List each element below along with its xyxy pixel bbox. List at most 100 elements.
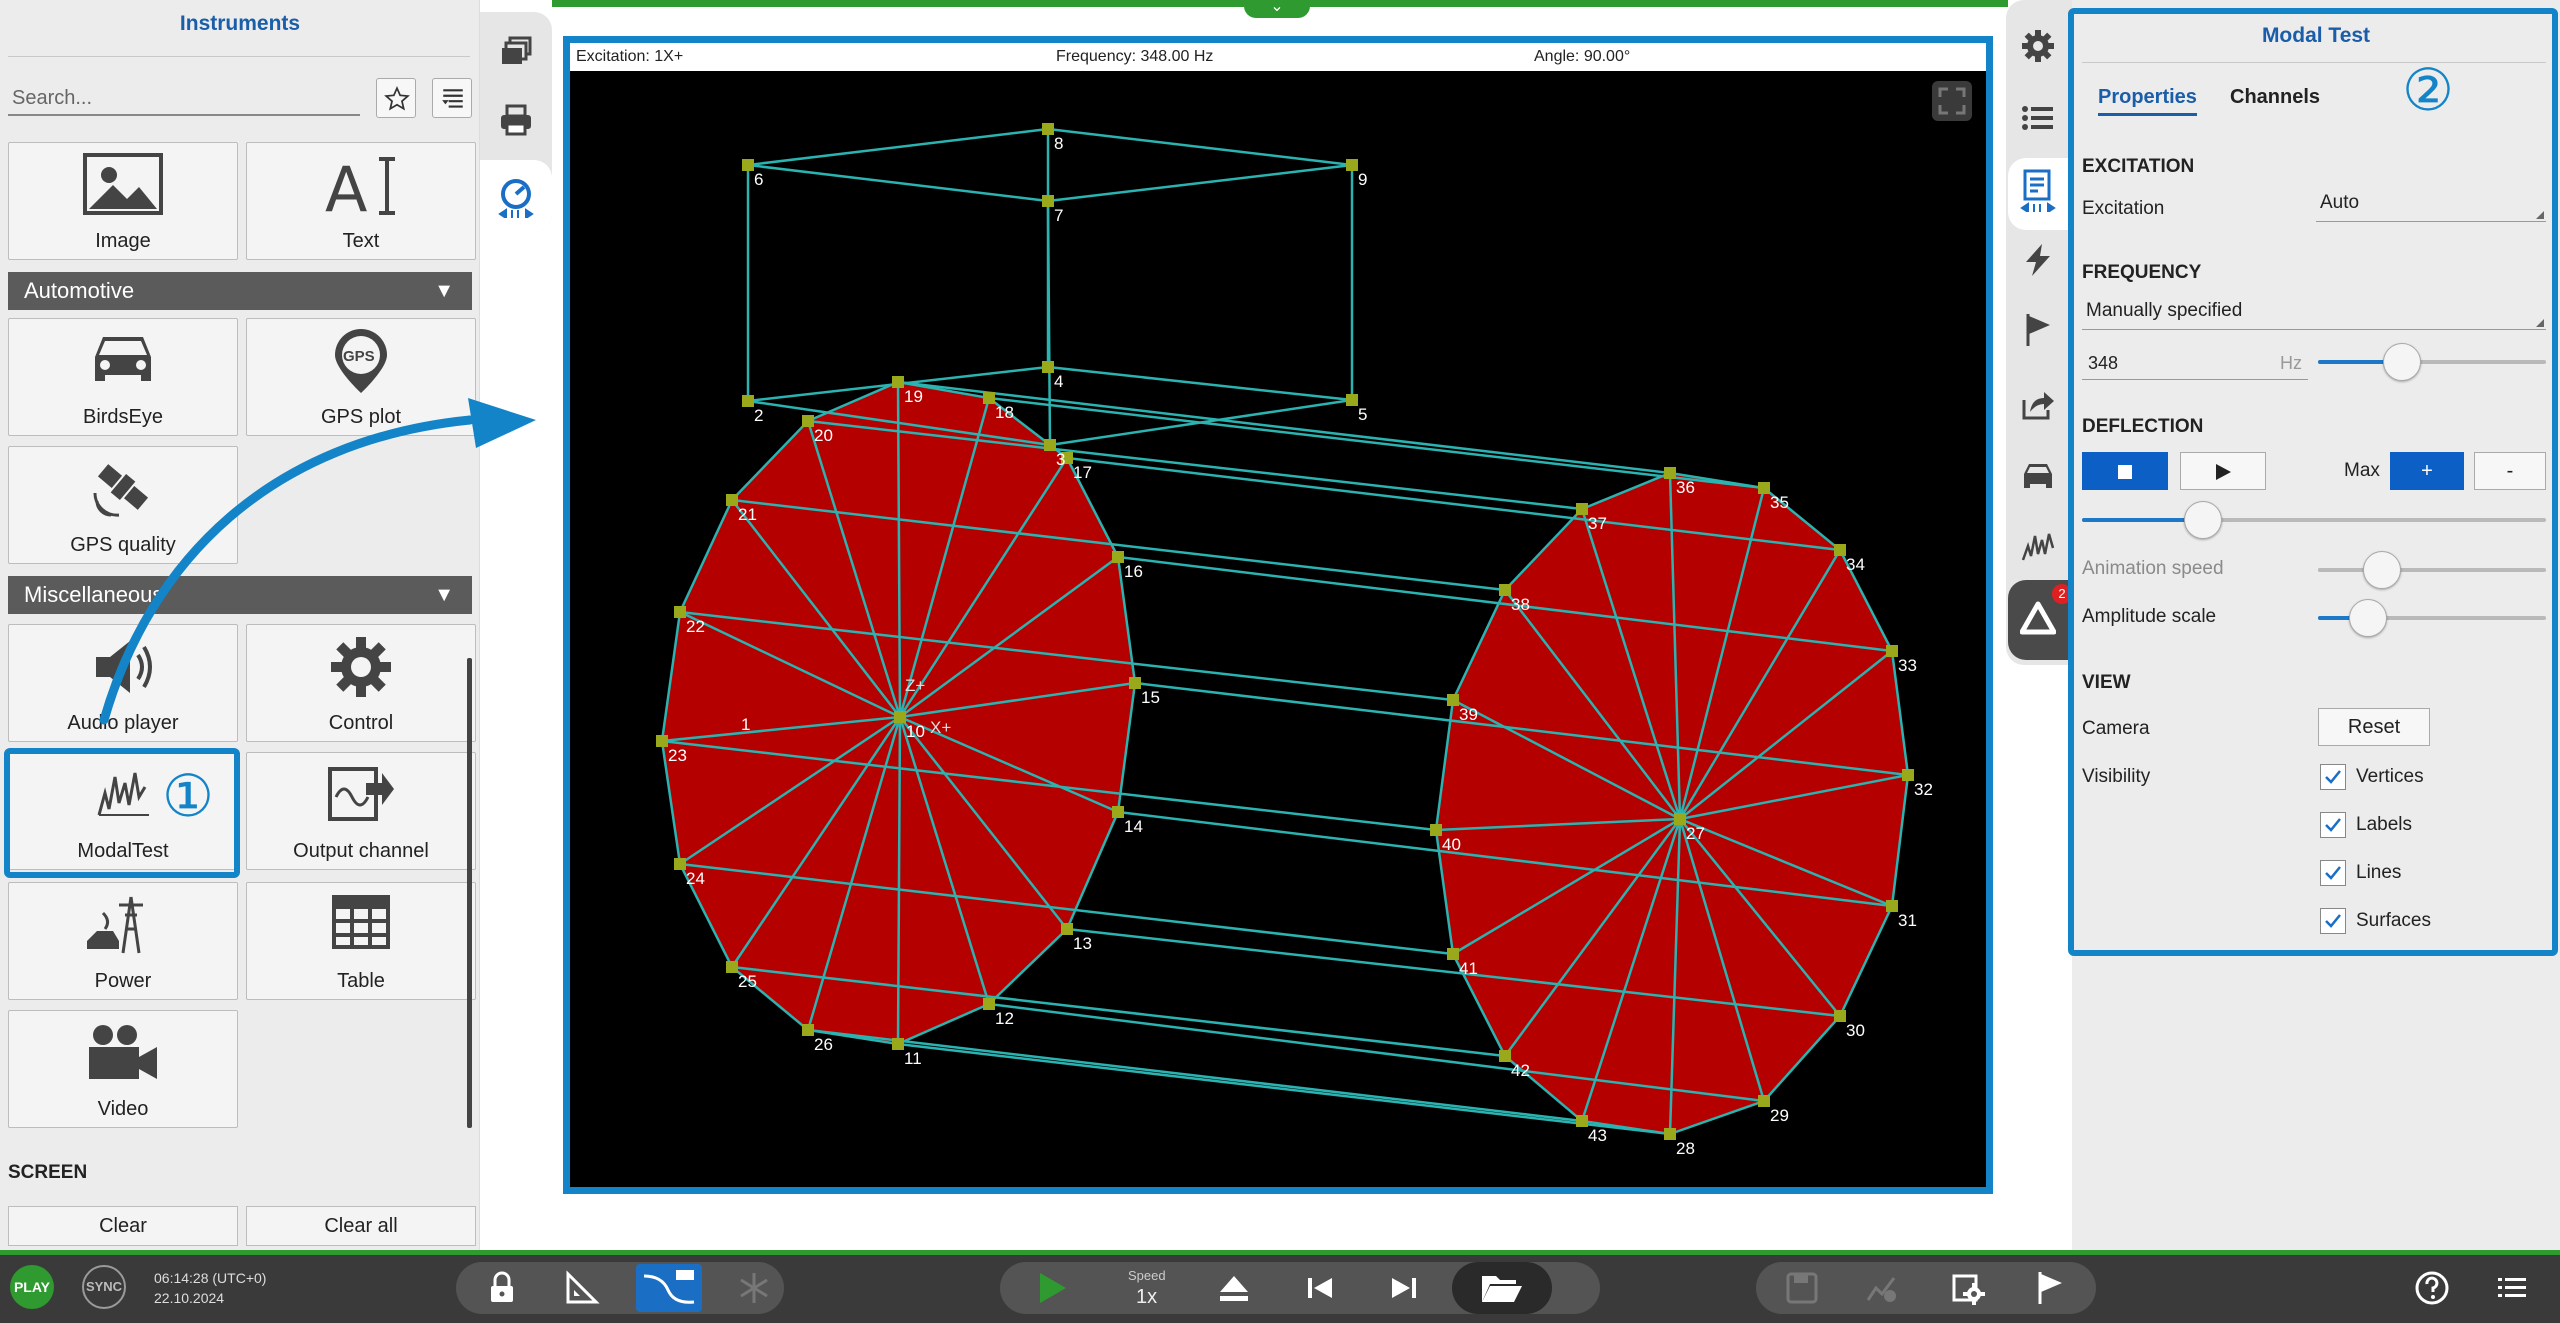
skip-forward-button[interactable] bbox=[1386, 1270, 1422, 1306]
max-label: Max bbox=[2344, 460, 2380, 481]
excitation-select[interactable]: Auto bbox=[2316, 192, 2546, 222]
animation-speed-label: Animation speed bbox=[2082, 558, 2224, 579]
properties-button[interactable] bbox=[2020, 168, 2056, 214]
settings-gear-icon bbox=[2022, 30, 2054, 62]
divider bbox=[2082, 62, 2546, 63]
configure-button[interactable] bbox=[1950, 1270, 1986, 1306]
frequency-unit: Hz bbox=[2280, 353, 2302, 373]
marker-two: ② bbox=[2402, 58, 2454, 123]
animation-speed-slider[interactable] bbox=[2318, 551, 2546, 589]
properties-icon bbox=[2020, 169, 2056, 214]
snowflake-icon bbox=[740, 1273, 768, 1303]
reset-camera-button[interactable]: Reset bbox=[2318, 708, 2430, 746]
skip-forward-icon bbox=[1392, 1278, 1416, 1298]
vertices-label: Vertices bbox=[2356, 766, 2424, 787]
amplitude-scale-label: Amplitude scale bbox=[2082, 606, 2217, 627]
decrease-button[interactable]: - bbox=[2474, 452, 2546, 490]
share-export-icon bbox=[2022, 392, 2054, 420]
checkmark-icon bbox=[2325, 866, 2341, 880]
curve-icon bbox=[643, 1270, 695, 1304]
help-button[interactable] bbox=[2414, 1270, 2450, 1306]
marker-button[interactable] bbox=[2020, 312, 2056, 348]
frequency-value: 348 bbox=[2088, 353, 2119, 373]
labels-checkbox[interactable] bbox=[2320, 812, 2346, 838]
amplitude-scale-slider[interactable] bbox=[2318, 599, 2546, 637]
excitation-value: Auto bbox=[2320, 192, 2360, 213]
labels-label: Labels bbox=[2356, 814, 2412, 835]
vehicle-button[interactable] bbox=[2020, 458, 2056, 494]
list-icon bbox=[2022, 106, 2053, 130]
list-button[interactable] bbox=[2020, 100, 2056, 136]
play-status-button[interactable]: PLAY bbox=[10, 1265, 54, 1309]
time-readout: 06:14:28 (UTC+0) bbox=[154, 1270, 267, 1286]
settings-button[interactable] bbox=[2020, 28, 2056, 64]
frequency-mode-value: Manually specified bbox=[2086, 300, 2243, 321]
open-file-button[interactable] bbox=[1452, 1262, 1552, 1314]
stop-icon bbox=[2118, 465, 2132, 479]
modal-button[interactable] bbox=[2020, 528, 2056, 564]
lightning-icon bbox=[2026, 244, 2050, 276]
frequency-input[interactable]: 348 Hz bbox=[2082, 348, 2308, 380]
speed-label: Speed bbox=[1128, 1268, 1166, 1283]
save-button[interactable] bbox=[1784, 1270, 1820, 1306]
lock-button[interactable] bbox=[484, 1270, 520, 1306]
visibility-label: Visibility bbox=[2082, 766, 2151, 787]
increase-button[interactable]: + bbox=[2390, 452, 2464, 490]
lines-label: Lines bbox=[2356, 862, 2402, 883]
frequency-section-title: FREQUENCY bbox=[2082, 262, 2202, 283]
stop-button[interactable] bbox=[2082, 452, 2168, 490]
trigger-button[interactable] bbox=[2020, 242, 2056, 278]
speed-value[interactable]: 1x bbox=[1136, 1286, 1157, 1309]
flag-icon bbox=[2026, 314, 2050, 346]
settings-data-button[interactable] bbox=[1864, 1270, 1900, 1306]
eject-button[interactable] bbox=[1216, 1270, 1252, 1306]
flag-icon bbox=[2038, 1272, 2062, 1304]
modal-test-icon bbox=[2021, 533, 2055, 561]
tab-channels[interactable]: Channels bbox=[2230, 86, 2320, 109]
alerts-button[interactable] bbox=[2019, 600, 2057, 636]
play-icon bbox=[1040, 1273, 1066, 1303]
data-settings-icon bbox=[1866, 1277, 1896, 1302]
skip-back-button[interactable] bbox=[1302, 1270, 1338, 1306]
save-disk-icon bbox=[1786, 1272, 1818, 1304]
excitation-label: Excitation bbox=[2082, 198, 2165, 219]
slider-knob[interactable] bbox=[2349, 599, 2388, 637]
menu-list-icon bbox=[2498, 1278, 2526, 1297]
lock-icon bbox=[491, 1271, 513, 1302]
skip-back-icon bbox=[1308, 1278, 1332, 1298]
camera-label: Camera bbox=[2082, 718, 2150, 739]
gear-check-icon bbox=[1952, 1274, 1985, 1305]
date-readout: 22.10.2024 bbox=[154, 1290, 225, 1306]
flag-marker-button[interactable] bbox=[2032, 1270, 2068, 1306]
sync-status-button[interactable]: SYNC bbox=[82, 1265, 126, 1309]
tab-properties[interactable]: Properties bbox=[2098, 86, 2197, 116]
help-icon bbox=[2415, 1271, 2449, 1305]
clock: 06:14:28 (UTC+0) 22.10.2024 bbox=[154, 1268, 266, 1308]
measure-button[interactable] bbox=[564, 1270, 600, 1306]
warning-triangle-icon bbox=[2019, 601, 2057, 635]
start-button[interactable] bbox=[1034, 1270, 1070, 1306]
play-icon bbox=[2216, 464, 2231, 480]
export-button[interactable] bbox=[2020, 386, 2056, 422]
curve-tool-button[interactable] bbox=[636, 1264, 702, 1312]
checkmark-icon bbox=[2325, 914, 2341, 928]
deflection-slider[interactable] bbox=[2082, 501, 2546, 539]
checkmark-icon bbox=[2325, 770, 2341, 784]
vertices-checkbox[interactable] bbox=[2320, 764, 2346, 790]
slider-knob[interactable] bbox=[2362, 551, 2401, 589]
slider-knob[interactable] bbox=[2183, 501, 2222, 539]
play-animation-button[interactable] bbox=[2180, 452, 2266, 490]
eject-icon bbox=[1220, 1276, 1248, 1301]
deflection-section-title: DEFLECTION bbox=[2082, 416, 2204, 437]
checkmark-icon bbox=[2325, 818, 2341, 832]
excitation-section-title: EXCITATION bbox=[2082, 156, 2195, 177]
car-icon bbox=[2024, 464, 2052, 488]
menu-button[interactable] bbox=[2494, 1270, 2530, 1306]
freeze-button[interactable] bbox=[736, 1270, 772, 1306]
ruler-triangle-icon bbox=[566, 1270, 600, 1304]
surfaces-checkbox[interactable] bbox=[2320, 908, 2346, 934]
frequency-slider[interactable] bbox=[2318, 343, 2546, 381]
frequency-mode-select[interactable]: Manually specified bbox=[2082, 300, 2546, 330]
lines-checkbox[interactable] bbox=[2320, 860, 2346, 886]
panel-title: Modal Test bbox=[2261, 24, 2371, 47]
